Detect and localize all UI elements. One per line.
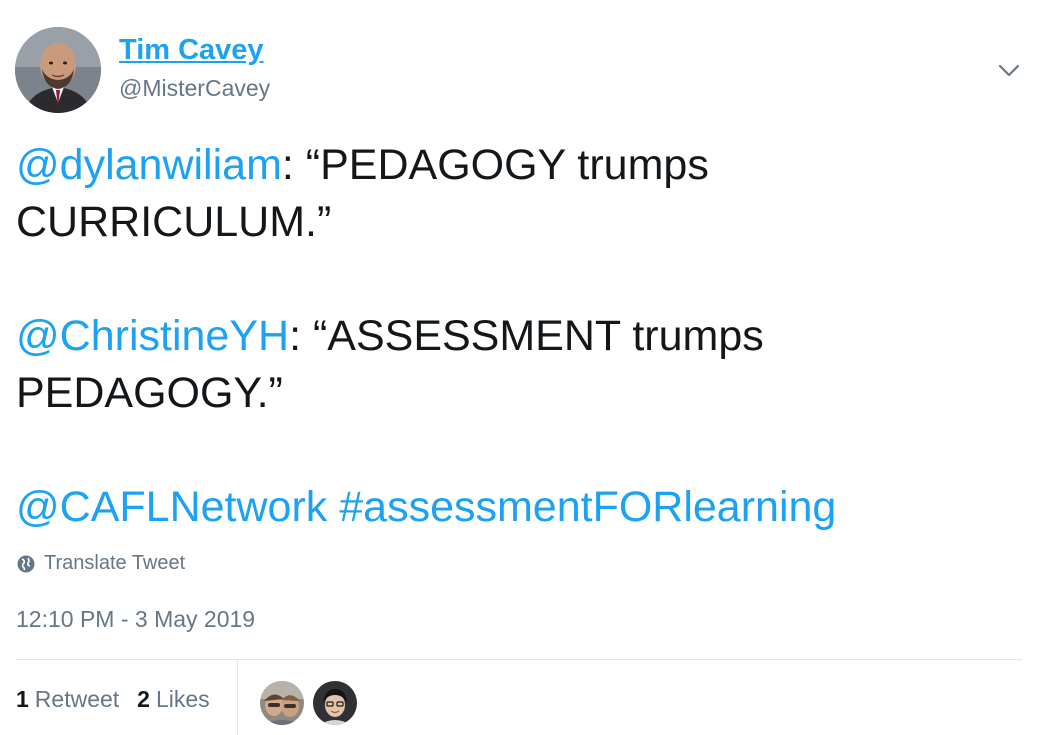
mention-link[interactable]: @CAFLNetwork [16, 483, 327, 531]
divider [16, 659, 1022, 660]
stats-separator [237, 660, 238, 735]
tweet-timestamp[interactable]: 12:10 PM - 3 May 2019 [16, 606, 255, 633]
likers-avatars [259, 680, 365, 726]
tweet-card: Tim Cavey @MisterCavey @dylanwiliam: “PE… [0, 0, 1041, 735]
tweet-paragraph: @dylanwiliam: “PEDAGOGY trumps CURRICULU… [16, 137, 1016, 251]
tweet-paragraph: @CAFLNetwork #assessmentFORlearning [16, 479, 1016, 536]
translate-label: Translate Tweet [44, 552, 186, 574]
liker-avatar[interactable] [259, 680, 305, 726]
chevron-down-icon[interactable] [994, 58, 1024, 82]
mention-link[interactable]: @ChristineYH [16, 312, 289, 360]
globe-icon [16, 554, 36, 574]
tweet-stats: 1 Retweet 2 Likes [16, 686, 210, 713]
tweet-text: @dylanwiliam: “PEDAGOGY trumps CURRICULU… [16, 137, 1016, 536]
author-display-name[interactable]: Tim Cavey [119, 34, 264, 67]
hashtag-link[interactable]: #assessmentFORlearning [339, 483, 836, 531]
likes-stat[interactable]: 2 Likes [137, 686, 210, 713]
liker-avatar[interactable] [312, 680, 358, 726]
avatar-photo [15, 27, 101, 113]
author-handle[interactable]: @MisterCavey [119, 75, 270, 102]
retweets-stat[interactable]: 1 Retweet [16, 686, 119, 713]
author-avatar[interactable] [15, 27, 101, 113]
likes-count: 2 [137, 686, 150, 712]
retweets-label: Retweet [34, 686, 120, 712]
translate-tweet-button[interactable]: Translate Tweet [16, 552, 185, 575]
mention-link[interactable]: @dylanwiliam [16, 141, 282, 189]
retweets-count: 1 [16, 686, 29, 712]
tweet-paragraph: @ChristineYH: “ASSESSMENT trumps PEDAGOG… [16, 308, 1016, 422]
likes-label: Likes [155, 686, 210, 712]
